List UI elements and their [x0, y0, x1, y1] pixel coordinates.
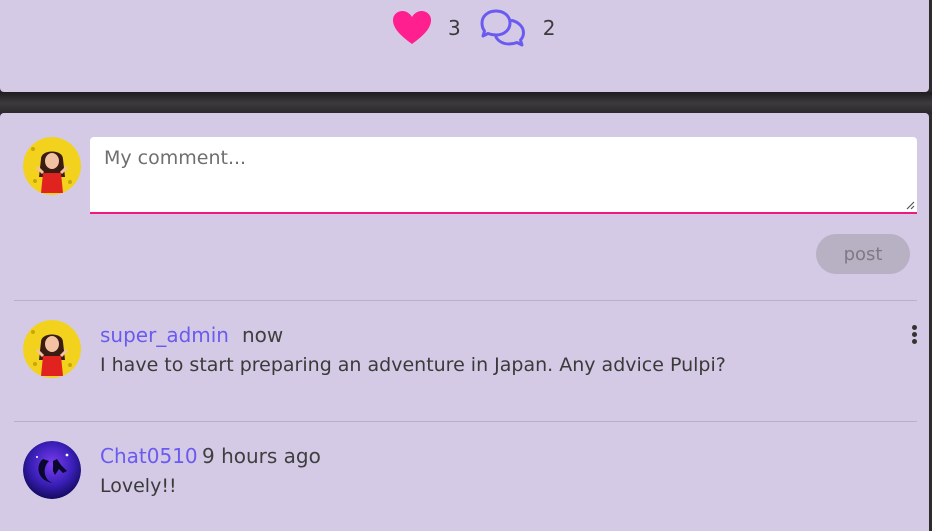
comment-timestamp: 9 hours ago [202, 444, 321, 468]
likes-count: 3 [448, 16, 461, 40]
comments-icon[interactable] [479, 8, 527, 48]
comment-author-avatar[interactable] [23, 441, 81, 499]
page: 3 2 My comment... post super_admin now I… [0, 0, 932, 531]
resize-grip-icon[interactable] [905, 200, 915, 210]
background-band [0, 92, 932, 114]
divider [14, 421, 917, 422]
post-footer-card: 3 2 [0, 0, 929, 92]
comment-text: Lovely!! [100, 475, 177, 497]
comment-text: I have to start preparing an adventure i… [100, 354, 726, 376]
comments-count: 2 [542, 16, 556, 40]
post-button[interactable]: post [816, 234, 910, 274]
comment-input-wrapper [90, 137, 917, 214]
comment-author-avatar[interactable] [23, 320, 81, 378]
comments-card: post super_admin now I have to start pre… [0, 113, 929, 531]
comment-input[interactable] [90, 137, 917, 212]
comment-timestamp: now [242, 323, 284, 347]
reactions-bar: 3 2 [392, 8, 573, 48]
comment-options-icon[interactable] [908, 325, 920, 347]
divider [14, 300, 917, 301]
heart-icon[interactable] [392, 10, 432, 46]
comment-author-name[interactable]: Chat0510 [100, 444, 198, 468]
comment-author-name[interactable]: super_admin [100, 323, 229, 347]
current-user-avatar [23, 137, 81, 195]
